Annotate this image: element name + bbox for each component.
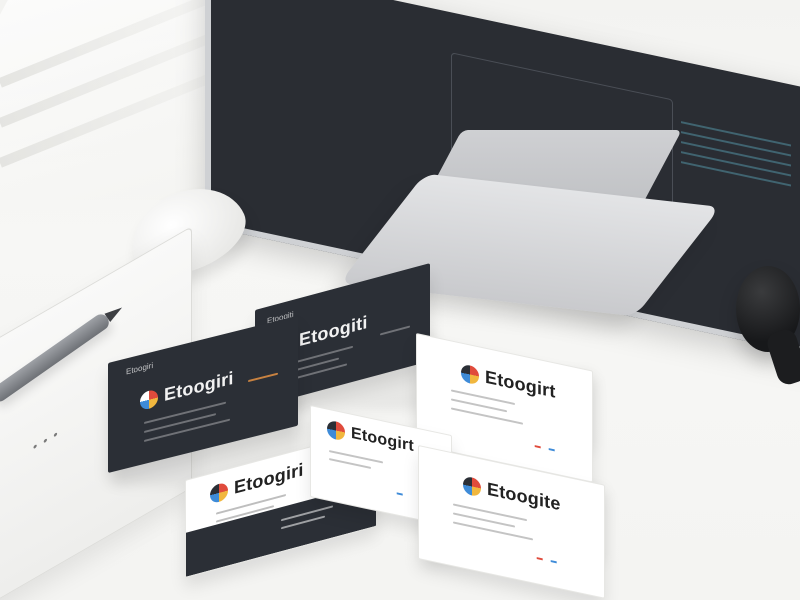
card-accent-mark: ━ bbox=[551, 556, 557, 568]
card-brand: Etoogirt bbox=[485, 366, 556, 402]
card-brand: Etoogite bbox=[487, 478, 561, 515]
card-brand: Etoogiri bbox=[164, 367, 234, 406]
logo-icon bbox=[327, 419, 345, 442]
logo-icon bbox=[140, 388, 158, 411]
card-text-line bbox=[453, 503, 527, 522]
card-brand: Etoogirt bbox=[351, 424, 414, 456]
card-accent-mark: ━ bbox=[537, 553, 543, 565]
card-accent-mark: ━ bbox=[397, 488, 403, 500]
card-accent-line bbox=[248, 372, 278, 383]
card-accent-mark: ━ bbox=[535, 441, 541, 453]
card-small-label: Etoogiri bbox=[126, 360, 154, 377]
screen-lines bbox=[681, 121, 791, 194]
card-brand: Etoogiti bbox=[299, 311, 368, 351]
notebook-controls: ••• bbox=[33, 423, 64, 455]
logo-icon bbox=[461, 363, 479, 385]
card-text-line bbox=[451, 407, 523, 425]
card-brand: Etoogiri bbox=[234, 459, 304, 498]
card-text-line bbox=[380, 325, 410, 336]
card-accent-mark: ━ bbox=[549, 444, 555, 456]
card-text-line bbox=[453, 521, 533, 541]
speaker-arm bbox=[764, 326, 800, 388]
logo-icon bbox=[463, 475, 481, 497]
logo-icon bbox=[210, 480, 228, 504]
desk-scene: ••• Etoogiti Etoogiti Etoogiri Etoogiri … bbox=[0, 0, 800, 600]
